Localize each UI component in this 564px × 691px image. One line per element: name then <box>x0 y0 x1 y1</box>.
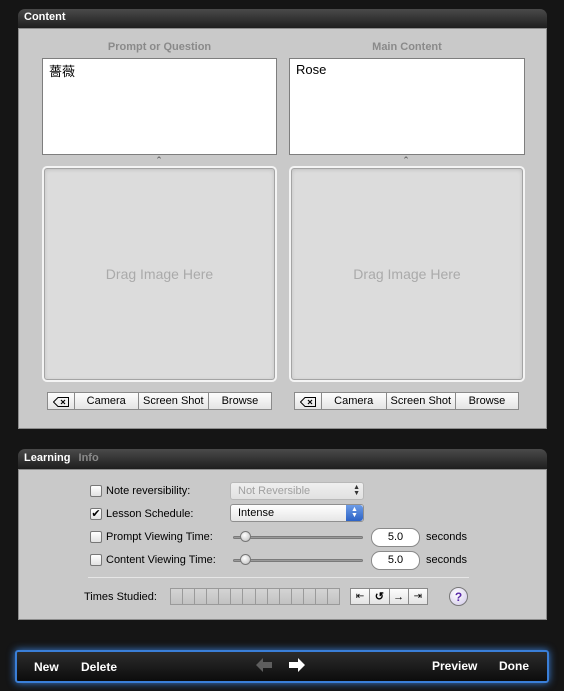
prompt-viewing-time-field[interactable]: 5.0 <box>371 528 420 547</box>
lesson-schedule-popup[interactable]: Intense ▲ ▼ <box>230 504 364 522</box>
prompt-viewing-time-unit: seconds <box>426 531 467 543</box>
lesson-schedule-checkbox[interactable]: ✔ <box>90 508 102 520</box>
learning-separator <box>88 577 469 578</box>
content-viewing-time-unit: seconds <box>426 554 467 566</box>
prompt-viewing-time-checkbox[interactable] <box>90 531 102 543</box>
times-studied-segment <box>328 589 340 604</box>
first-icon[interactable]: ⇤ <box>351 589 371 604</box>
content-panel-title: Content <box>24 11 66 23</box>
times-studied-label: Times Studied: <box>84 591 157 603</box>
main-clear-image-button[interactable] <box>295 393 322 409</box>
help-button[interactable]: ? <box>449 587 468 606</box>
reversibility-value: Not Reversible <box>238 485 311 497</box>
main-drop-hint: Drag Image Here <box>353 266 461 282</box>
delete-button[interactable]: Delete <box>81 659 117 675</box>
lesson-schedule-value: Intense <box>238 507 275 519</box>
times-studied-indicator <box>170 588 340 605</box>
done-button[interactable]: Done <box>499 658 529 674</box>
tab-info[interactable]: Info <box>79 452 99 464</box>
reset-icon[interactable]: ↺ <box>370 589 390 604</box>
prompt-image-buttons: Camera Screen Shot Browse <box>47 392 272 410</box>
previous-arrow-icon[interactable] <box>256 658 272 672</box>
next-arrow-icon[interactable] <box>289 658 305 672</box>
popup-arrows-icon: ▲ ▼ <box>353 484 360 497</box>
prompt-viewing-time-label: Prompt Viewing Time: <box>106 531 213 543</box>
content-viewing-time-field[interactable]: 5.0 <box>371 551 420 570</box>
tab-learning[interactable]: Learning <box>24 452 70 464</box>
note-reversibility-label: Note reversibility: <box>106 485 191 497</box>
last-icon[interactable]: ⇥ <box>409 589 427 604</box>
prompt-browse-button[interactable]: Browse <box>209 393 271 409</box>
prompt-drop-hint: Drag Image Here <box>105 266 214 282</box>
prompt-resize-handle[interactable]: ⌃ <box>150 156 168 165</box>
prompt-viewing-time-slider-track[interactable] <box>233 536 363 539</box>
main-camera-button[interactable]: Camera <box>322 393 387 409</box>
prompt-image-well[interactable]: Drag Image Here <box>42 166 277 382</box>
main-image-well[interactable]: Drag Image Here <box>289 166 525 382</box>
times-studied-segment <box>195 589 208 604</box>
content-viewing-time-slider-track[interactable] <box>233 559 363 562</box>
main-text-field[interactable]: Rose <box>289 58 525 155</box>
next-icon[interactable]: → <box>390 589 409 604</box>
times-studied-segment <box>219 589 232 604</box>
main-column-label: Main Content <box>372 41 442 53</box>
prompt-clear-image-button[interactable] <box>48 393 75 409</box>
preview-button[interactable]: Preview <box>432 658 477 674</box>
times-studied-segment <box>207 589 220 604</box>
prompt-screenshot-button[interactable]: Screen Shot <box>139 393 209 409</box>
prompt-column-label: Prompt or Question <box>107 41 212 53</box>
prompt-camera-button[interactable]: Camera <box>75 393 139 409</box>
popup-arrows-icon: ▲ ▼ <box>346 505 363 521</box>
note-reversibility-checkbox[interactable] <box>90 485 102 497</box>
delete-left-icon <box>299 397 316 407</box>
new-button[interactable]: New <box>34 659 59 675</box>
times-studied-segment <box>243 589 256 604</box>
learning-panel-header: Learning Info <box>18 449 547 469</box>
content-panel-header: Content <box>18 9 547 28</box>
content-viewing-time-checkbox[interactable] <box>90 554 102 566</box>
lesson-schedule-label: Lesson Schedule: <box>106 508 194 520</box>
times-studied-segment <box>315 589 329 604</box>
times-studied-segment <box>171 589 184 604</box>
times-studied-segment <box>183 589 196 604</box>
main-image-buttons: Camera Screen Shot Browse <box>294 392 519 410</box>
times-studied-segment <box>267 589 280 604</box>
prompt-text-field[interactable]: 薔薇 <box>42 58 277 155</box>
times-studied-segment <box>303 589 316 604</box>
main-browse-button[interactable]: Browse <box>456 393 518 409</box>
delete-left-icon <box>52 397 69 407</box>
main-resize-handle[interactable]: ⌃ <box>397 156 415 165</box>
content-viewing-time-slider-knob[interactable] <box>240 554 251 565</box>
study-nav-buttons: ⇤ ↺ → ⇥ <box>350 588 428 605</box>
prompt-viewing-time-slider-knob[interactable] <box>240 531 251 542</box>
reversibility-popup[interactable]: Not Reversible ▲ ▼ <box>230 482 364 500</box>
times-studied-segment <box>279 589 292 604</box>
content-viewing-time-label: Content Viewing Time: <box>106 554 216 566</box>
times-studied-segment <box>255 589 268 604</box>
main-screenshot-button[interactable]: Screen Shot <box>387 393 456 409</box>
times-studied-segment <box>231 589 244 604</box>
times-studied-segment <box>291 589 304 604</box>
